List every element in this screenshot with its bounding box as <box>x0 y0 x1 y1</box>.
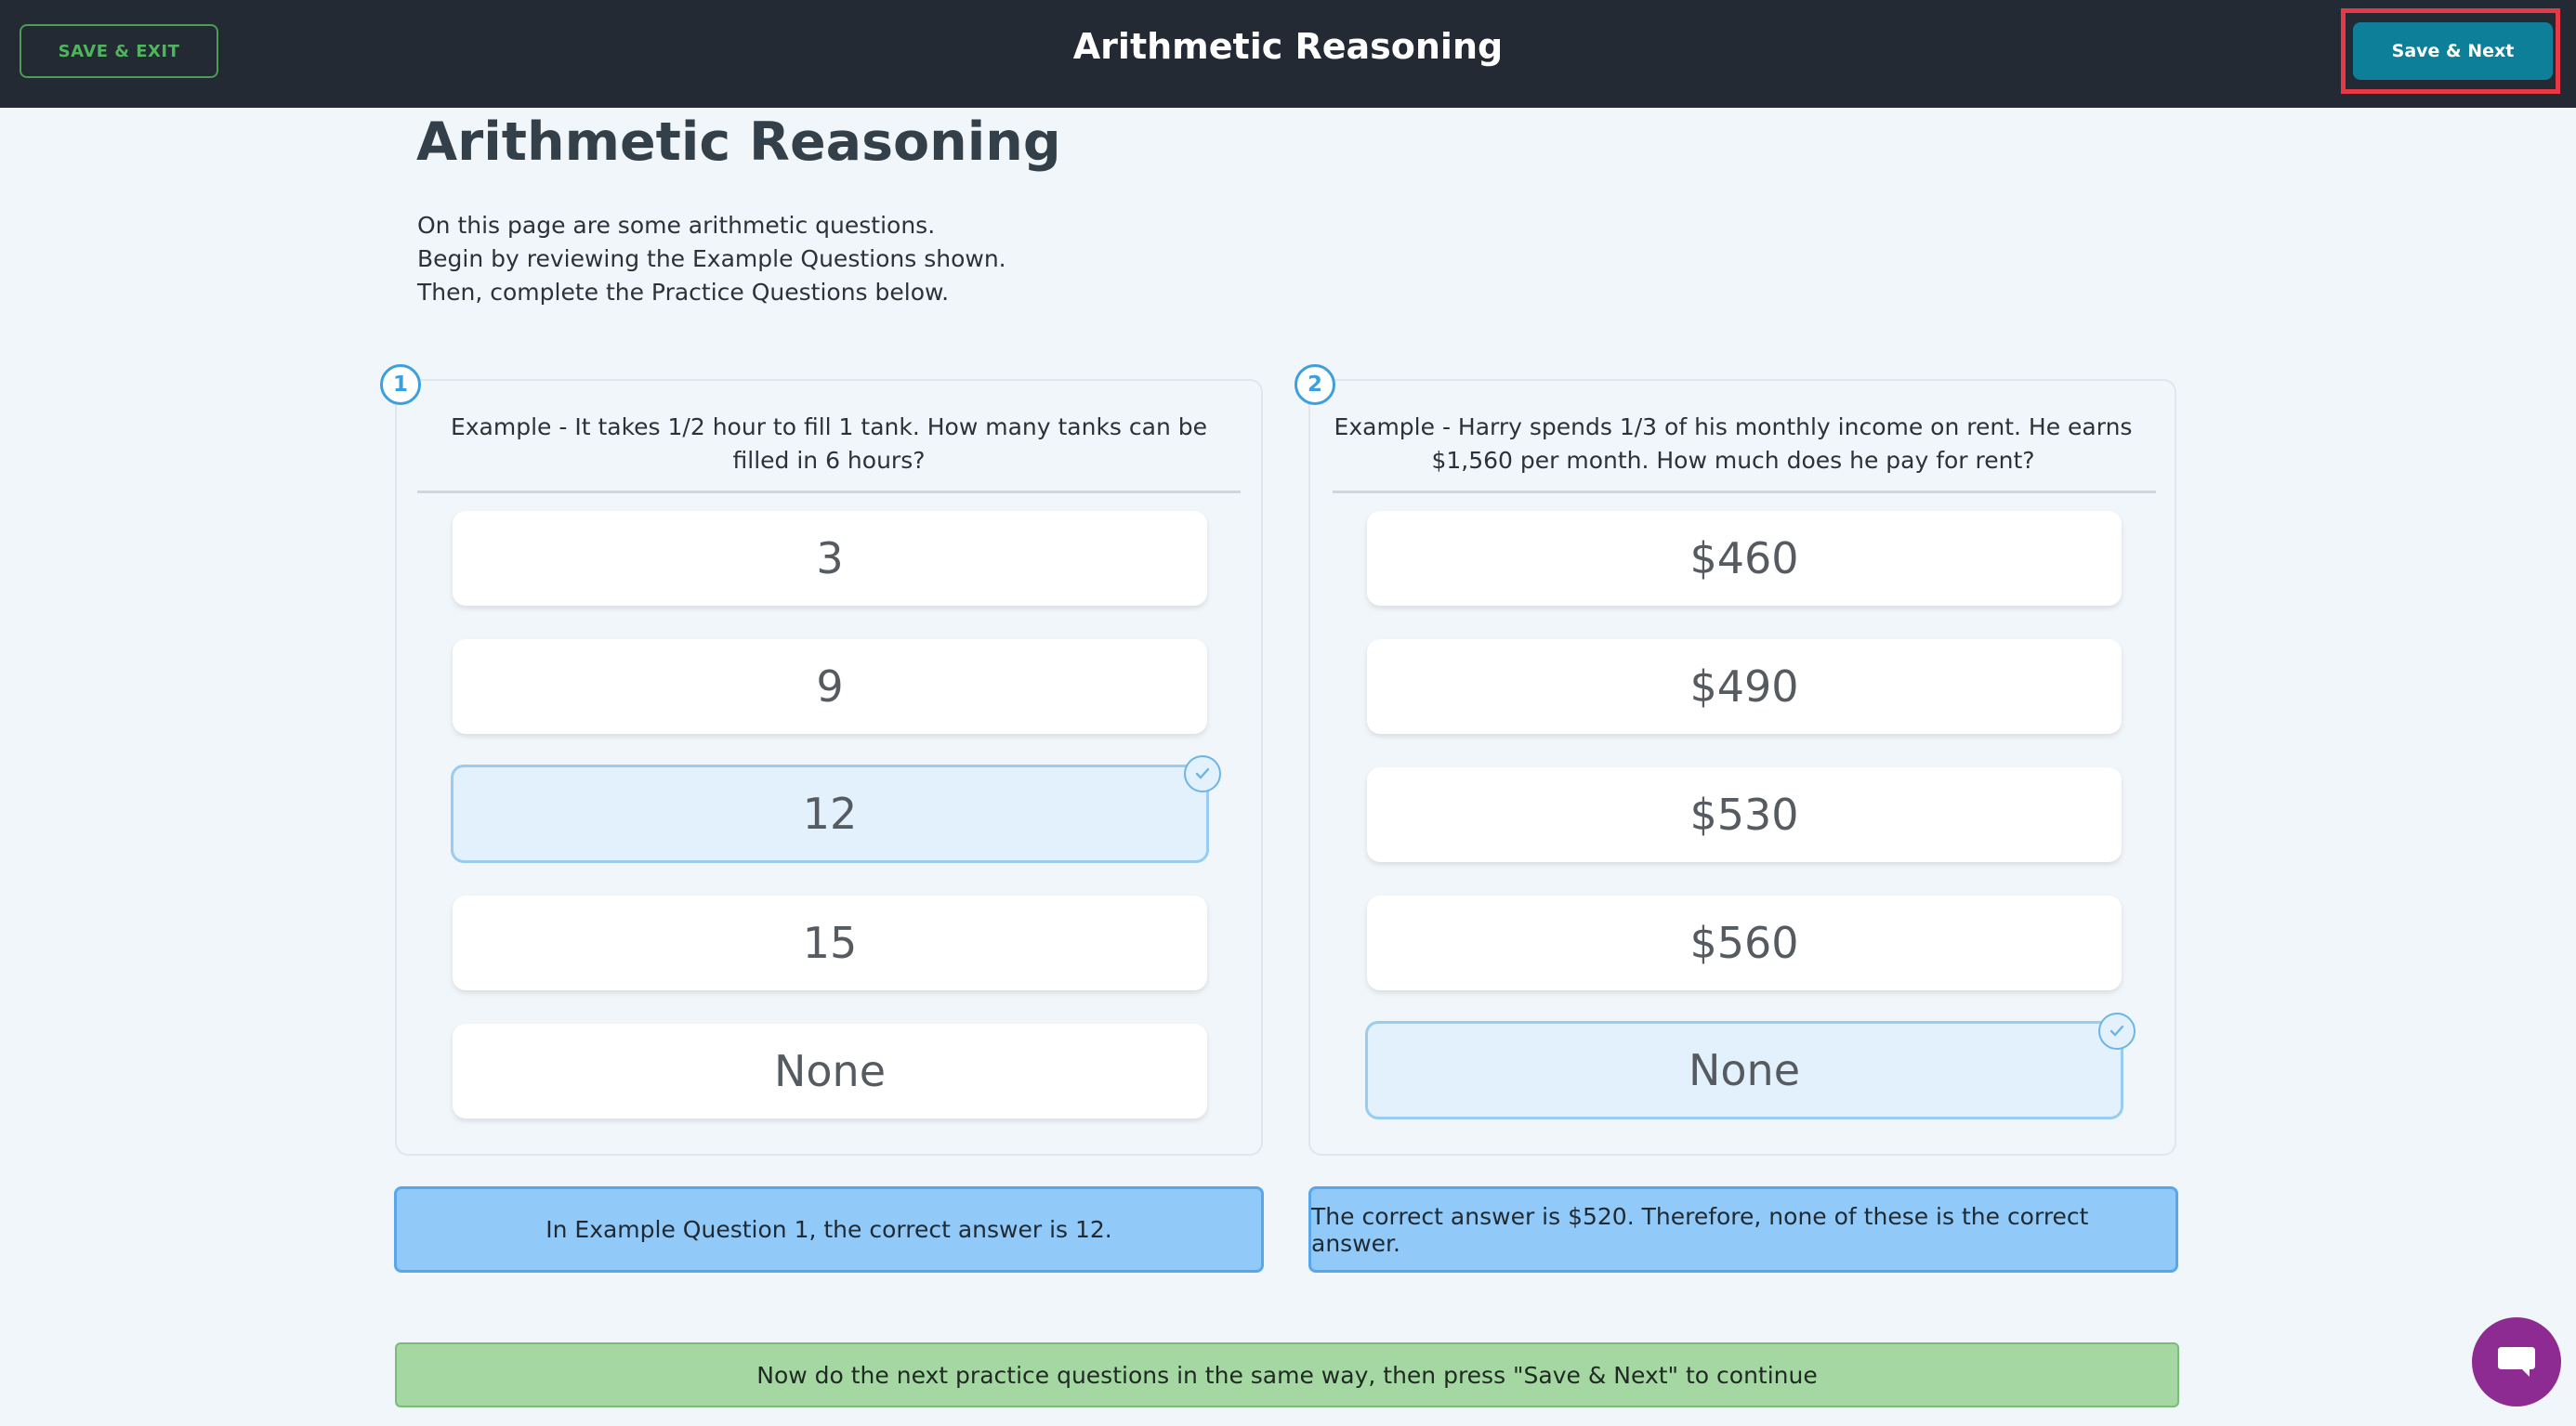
intro-line: Begin by reviewing the Example Questions… <box>417 245 1006 272</box>
answer-option-selected[interactable]: None <box>1365 1021 2123 1119</box>
chat-bubble-icon <box>2498 1347 2535 1377</box>
question-text: Example - Harry spends 1/3 of his monthl… <box>1334 413 2133 474</box>
intro-line: On this page are some arithmetic questio… <box>417 212 936 239</box>
question-text: Example - It takes 1/2 hour to fill 1 ta… <box>450 413 1208 474</box>
explanation-box-1: In Example Question 1, the correct answe… <box>394 1186 1264 1273</box>
question-divider <box>417 491 1241 493</box>
answer-option[interactable]: 15 <box>453 896 1207 990</box>
explanation-box-2: The correct answer is $520. Therefore, n… <box>1308 1186 2178 1273</box>
answer-option[interactable]: $490 <box>1367 639 2122 734</box>
answer-option-selected[interactable]: 12 <box>451 765 1209 863</box>
answer-option[interactable]: $460 <box>1367 511 2122 606</box>
chat-button[interactable] <box>2472 1317 2561 1406</box>
header-title: Arithmetic Reasoning <box>1072 26 1504 67</box>
question-number-badge: 1 <box>380 364 421 405</box>
intro-line: Then, complete the Practice Questions be… <box>417 279 950 306</box>
check-circle-icon <box>1184 755 1221 792</box>
save-next-button[interactable]: Save & Next <box>2353 22 2553 80</box>
answer-option[interactable]: None <box>453 1024 1207 1119</box>
intro-text: On this page are some arithmetic questio… <box>417 209 1006 309</box>
answer-option[interactable]: 3 <box>453 511 1207 606</box>
answer-option[interactable]: $530 <box>1367 767 2122 862</box>
answer-option[interactable]: 9 <box>453 639 1207 734</box>
answer-option[interactable]: $560 <box>1367 896 2122 990</box>
instruction-banner: Now do the next practice questions in th… <box>395 1342 2179 1407</box>
question-divider <box>1333 491 2156 493</box>
page-title: Arithmetic Reasoning <box>416 111 1061 173</box>
check-circle-icon <box>2098 1013 2136 1050</box>
question-number-badge: 2 <box>1295 364 1335 405</box>
